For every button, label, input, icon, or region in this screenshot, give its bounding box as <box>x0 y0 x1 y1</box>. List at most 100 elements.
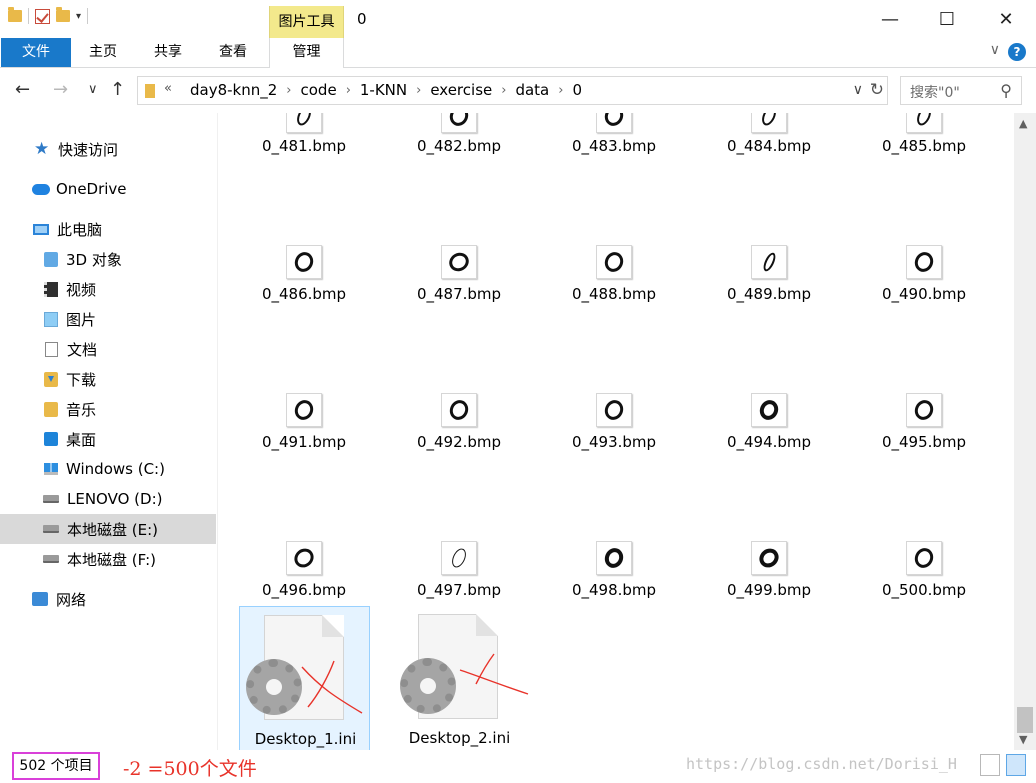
address-bar[interactable]: « day8-knn_2 › code › 1-KNN › exercise ›… <box>137 76 888 105</box>
chevron-right-icon[interactable]: › <box>413 83 424 98</box>
image-thumbnail <box>286 541 322 575</box>
sidebar-item-downloads[interactable]: 下载 <box>0 364 216 394</box>
tab-view[interactable]: 查看 <box>210 38 256 67</box>
details-view-button[interactable] <box>980 754 1000 776</box>
file-item[interactable]: 0_488.bmp <box>555 245 673 309</box>
file-item[interactable]: 0_483.bmp <box>555 113 673 161</box>
video-icon <box>44 281 58 297</box>
sidebar-item-3d-objects[interactable]: 3D 对象 <box>0 244 216 274</box>
breadcrumb-item[interactable]: day8-knn_2 <box>184 81 283 99</box>
forward-arrow-icon[interactable]: → <box>53 79 68 100</box>
chevron-down-icon[interactable]: ∨ <box>853 82 863 98</box>
file-item[interactable]: 0_500.bmp <box>865 541 983 605</box>
file-item[interactable]: 0_489.bmp <box>710 245 828 309</box>
back-arrow-icon[interactable]: ← <box>15 79 30 100</box>
sidebar-item-label: 此电脑 <box>57 220 103 239</box>
new-folder-icon[interactable] <box>56 7 70 22</box>
file-item[interactable]: 0_499.bmp <box>710 541 828 605</box>
sidebar-item-label: LENOVO (D:) <box>67 490 163 508</box>
sidebar-item-network[interactable]: 网络 <box>0 584 216 614</box>
documents-icon <box>45 341 58 357</box>
file-item[interactable]: 0_492.bmp <box>400 393 518 457</box>
file-item[interactable]: 0_491.bmp <box>245 393 363 457</box>
sidebar-item-label: OneDrive <box>56 180 127 198</box>
file-item[interactable]: 0_496.bmp <box>245 541 363 605</box>
file-item[interactable]: 0_484.bmp <box>710 113 828 161</box>
up-arrow-icon[interactable]: ↑ <box>110 79 125 100</box>
image-thumbnail <box>441 541 477 575</box>
sidebar-item-desktop[interactable]: 桌面 <box>0 424 216 454</box>
chevron-right-icon[interactable]: › <box>343 83 354 98</box>
file-item[interactable]: 0_497.bmp <box>400 541 518 605</box>
help-icon[interactable]: ? <box>1008 43 1026 61</box>
sidebar-item-quick-access[interactable]: ★ 快速访问 <box>0 134 216 164</box>
refresh-icon[interactable]: ↻ <box>870 80 884 100</box>
file-name: 0_500.bmp <box>881 581 967 599</box>
file-item[interactable]: 0_490.bmp <box>865 245 983 309</box>
file-item[interactable]: 0_495.bmp <box>865 393 983 457</box>
chevron-right-icon[interactable]: › <box>555 83 566 98</box>
tab-home[interactable]: 主页 <box>80 38 126 67</box>
sidebar-item-drive-d[interactable]: LENOVO (D:) <box>0 484 216 514</box>
large-icons-view-button[interactable] <box>1006 754 1026 776</box>
sidebar-item-label: 本地磁盘 (E:) <box>67 520 159 539</box>
file-item[interactable]: 0_487.bmp <box>400 245 518 309</box>
picture-tools-label: 图片工具 <box>269 6 344 38</box>
navigation-bar: ← → ∨ ↑ « day8-knn_2 › code › 1-KNN › ex… <box>0 69 1036 113</box>
scroll-up-icon[interactable]: ▲ <box>1019 117 1027 130</box>
minimize-button[interactable]: — <box>861 0 919 38</box>
chevron-right-icon[interactable]: › <box>498 83 509 98</box>
sidebar-item-drive-e[interactable]: 本地磁盘 (E:) <box>0 514 216 544</box>
sidebar-item-music[interactable]: 音乐 <box>0 394 216 424</box>
sidebar-item-pictures[interactable]: 图片 <box>0 304 216 334</box>
sidebar-item-videos[interactable]: 视频 <box>0 274 216 304</box>
file-item[interactable]: 0_485.bmp <box>865 113 983 161</box>
file-item[interactable]: Desktop_2.ini <box>394 606 529 750</box>
expand-ribbon-icon[interactable]: ∨ <box>990 42 1000 58</box>
file-item-selected[interactable]: Desktop_1.ini <box>239 606 370 750</box>
sidebar-item-documents[interactable]: 文档 <box>0 334 216 364</box>
sidebar-item-this-pc[interactable]: 此电脑 <box>0 214 216 244</box>
image-thumbnail <box>441 113 477 133</box>
folder-icon <box>8 7 22 22</box>
customize-dropdown-icon[interactable]: ▾ <box>76 11 81 22</box>
sidebar-item-label: 视频 <box>66 280 97 299</box>
network-icon <box>32 592 48 606</box>
sidebar-item-drive-c[interactable]: Windows (C:) <box>0 454 216 484</box>
divider <box>87 8 89 24</box>
breadcrumb-item[interactable]: 1-KNN <box>354 81 413 99</box>
scroll-down-icon[interactable]: ▼ <box>1019 733 1027 746</box>
overflow-icon[interactable]: « <box>164 81 172 96</box>
breadcrumb-item[interactable]: 0 <box>566 81 588 99</box>
file-item[interactable]: 0_481.bmp <box>245 113 363 161</box>
breadcrumb-item[interactable]: exercise <box>424 81 498 99</box>
scrollbar-thumb[interactable] <box>1017 707 1033 733</box>
maximize-button[interactable]: ☐ <box>918 0 976 38</box>
file-name: 0_486.bmp <box>261 285 347 303</box>
properties-icon[interactable] <box>35 8 50 24</box>
file-item[interactable]: 0_493.bmp <box>555 393 673 457</box>
file-item[interactable]: 0_498.bmp <box>555 541 673 605</box>
search-input[interactable]: 搜索"0" ⚲ <box>900 76 1022 105</box>
tab-manage[interactable]: 管理 <box>269 38 344 68</box>
file-item[interactable]: 0_482.bmp <box>400 113 518 161</box>
file-item[interactable]: 0_486.bmp <box>245 245 363 309</box>
image-thumbnail <box>441 245 477 279</box>
breadcrumb-item[interactable]: code <box>295 81 343 99</box>
vertical-scrollbar[interactable]: ▲ ▼ <box>1014 113 1036 750</box>
chevron-right-icon[interactable]: › <box>283 83 294 98</box>
drive-icon <box>43 495 59 503</box>
file-item[interactable]: 0_494.bmp <box>710 393 828 457</box>
divider <box>28 8 29 24</box>
tab-file[interactable]: 文件 <box>1 38 71 67</box>
window-title: 0 <box>357 10 367 28</box>
close-button[interactable]: ✕ <box>977 0 1035 38</box>
breadcrumb-item[interactable]: data <box>509 81 555 99</box>
sidebar-item-onedrive[interactable]: OneDrive <box>0 174 216 204</box>
search-icon[interactable]: ⚲ <box>1000 81 1012 100</box>
sidebar-item-label: 桌面 <box>66 430 97 449</box>
file-name: 0_485.bmp <box>881 137 967 155</box>
recent-locations-icon[interactable]: ∨ <box>88 82 98 97</box>
tab-share[interactable]: 共享 <box>145 38 191 67</box>
sidebar-item-drive-f[interactable]: 本地磁盘 (F:) <box>0 544 216 574</box>
